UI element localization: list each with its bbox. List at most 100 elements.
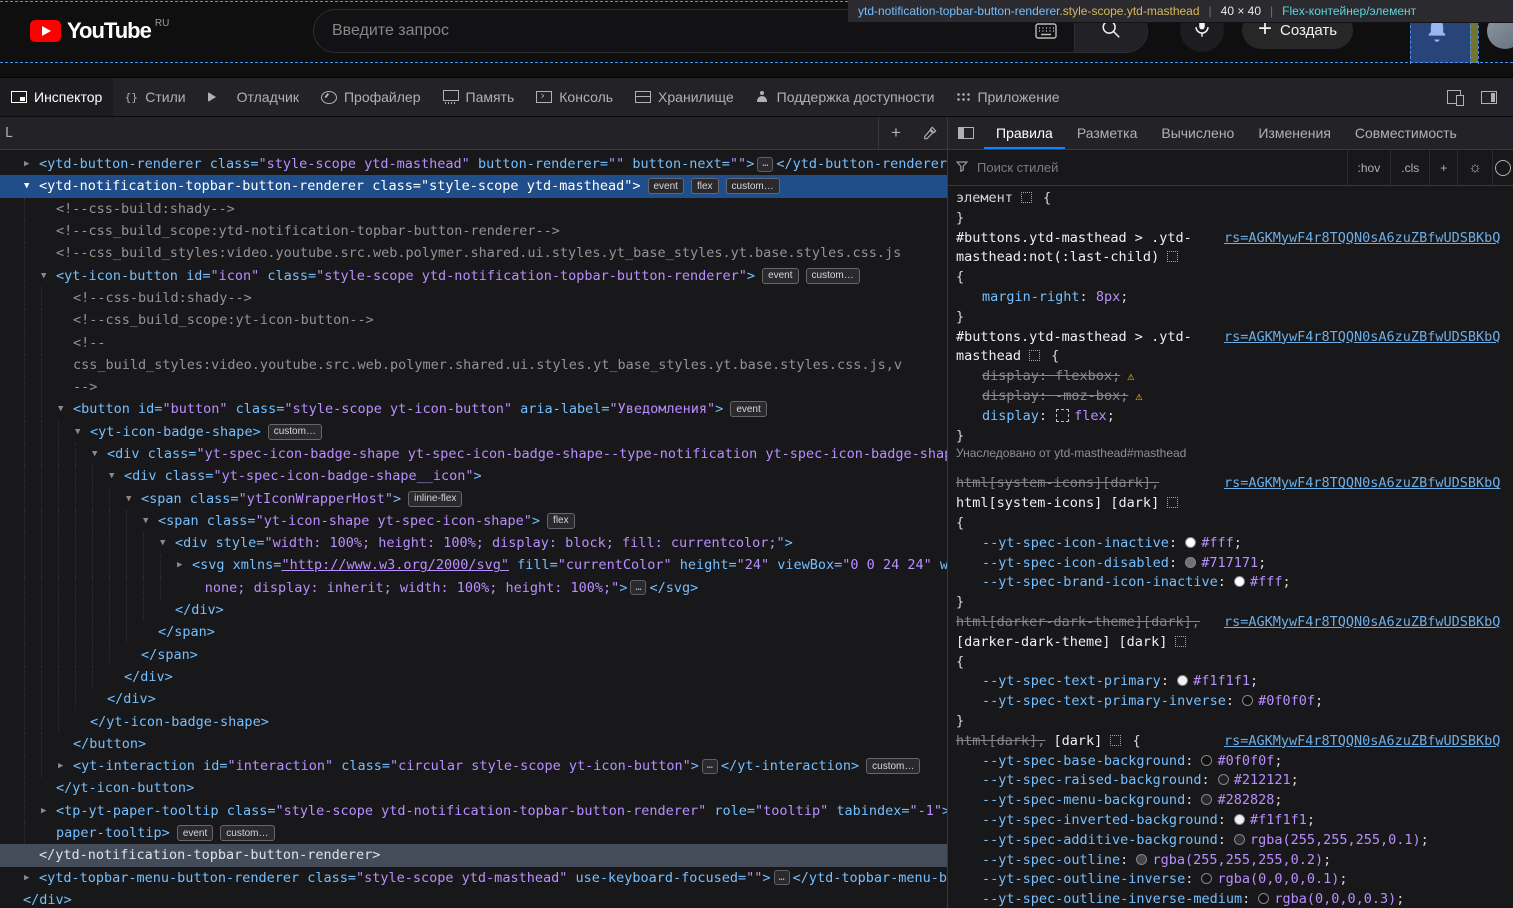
selector-text[interactable]: { (956, 654, 964, 670)
declaration[interactable]: --yt-spec-base-background: #0f0f0f; (948, 752, 1513, 772)
declaration[interactable]: --yt-spec-text-primary: #f1f1f1; (948, 672, 1513, 692)
selector-text[interactable]: html[system-icons][dark], (956, 475, 1159, 491)
rule-selector-line[interactable]: { (948, 268, 1513, 288)
property-value[interactable]: #f1f1f1 (1250, 812, 1307, 828)
badge-custom[interactable]: custom… (806, 268, 860, 284)
property-value[interactable]: #f1f1f1 (1193, 673, 1250, 689)
color-swatch[interactable] (1234, 834, 1245, 845)
property-value[interactable]: 8px (1096, 289, 1120, 305)
badge-flex[interactable]: flex (691, 178, 719, 194)
markup-line[interactable]: </span> (0, 621, 947, 643)
markup-line[interactable]: ▼<button id="button" class="style-scope … (0, 398, 947, 420)
property-name[interactable]: --yt-spec-outline-inverse-medium (982, 891, 1242, 907)
markup-line[interactable]: ▼<div style="width: 100%; height: 100%; … (0, 532, 947, 554)
markup-line[interactable]: </div> (0, 599, 947, 621)
property-value[interactable]: #282828 (1217, 792, 1274, 808)
declaration[interactable]: --yt-spec-outline-inverse-medium: rgba(0… (948, 890, 1513, 908)
color-swatch[interactable] (1242, 695, 1253, 706)
property-value[interactable]: #fff (1250, 574, 1283, 590)
markup-line[interactable]: </button> (0, 733, 947, 755)
selector-text[interactable]: html[system-icons] [dark] (956, 495, 1159, 511)
property-value[interactable]: #0f0f0f (1258, 693, 1315, 709)
selector-text[interactable]: html[dark], (956, 733, 1045, 749)
rule-selector-line[interactable]: #buttons.ytd-masthead > .ytd-rs=AGKMywF4… (948, 328, 1513, 348)
declaration[interactable]: margin-right: 8px; (948, 288, 1513, 308)
markup-line[interactable]: <!-- (0, 331, 947, 353)
markup-line[interactable]: ▼<span class="yt-icon-shape yt-spec-icon… (0, 510, 947, 532)
property-name[interactable]: --yt-spec-inverted-background (982, 812, 1218, 828)
property-name[interactable]: --yt-spec-outline-inverse (982, 871, 1185, 887)
pseudo-class-button[interactable]: :hov (1347, 150, 1391, 185)
property-value[interactable]: -moz-box (1055, 388, 1120, 404)
color-swatch[interactable] (1258, 893, 1269, 904)
property-name[interactable]: display (982, 388, 1039, 404)
color-scheme-toggle[interactable]: ☼ (1457, 150, 1492, 185)
rule-selector-line[interactable]: masthead { (948, 347, 1513, 367)
tab-console[interactable]: Консоль (525, 78, 624, 116)
twisty-collapsed-icon[interactable]: ▶ (41, 806, 56, 816)
badge-custom[interactable]: custom… (268, 424, 322, 440)
badge-event[interactable]: event (648, 178, 684, 194)
html-search-input[interactable]: L (0, 126, 878, 141)
tab-styles[interactable]: {}Стили (113, 78, 196, 116)
selector-highlighter-icon[interactable] (1021, 192, 1032, 203)
tab-memory[interactable]: Память (432, 78, 526, 116)
twisty-expanded-icon[interactable]: ▼ (24, 181, 39, 191)
property-value[interactable]: #212121 (1234, 772, 1291, 788)
property-name[interactable]: display (982, 368, 1039, 384)
color-swatch[interactable] (1177, 675, 1188, 686)
property-value[interactable]: rgba(0,0,0,0.1) (1217, 871, 1339, 887)
eyedropper-button[interactable] (913, 117, 947, 149)
markup-line[interactable]: </ytd-notification-topbar-button-rendere… (0, 844, 947, 866)
selector-highlighter-icon[interactable] (1110, 735, 1121, 746)
tab-debugger[interactable]: Отладчик (197, 78, 310, 116)
color-swatch[interactable] (1201, 755, 1212, 766)
add-node-button[interactable]: + (879, 117, 913, 149)
twisty-expanded-icon[interactable]: ▼ (58, 404, 73, 414)
markup-line[interactable]: ▼<div class="yt-spec-icon-badge-shape__i… (0, 465, 947, 487)
stylesheet-source-link[interactable]: rs=AGKMywF4r8TQQN0sA6zuZBfwUDSBKbQ (1224, 732, 1513, 752)
color-swatch[interactable] (1234, 814, 1245, 825)
markup-line[interactable]: </span> (0, 644, 947, 666)
property-name[interactable]: display (982, 408, 1039, 424)
markup-line[interactable]: none; display: inherit; width: 100%; hei… (0, 577, 947, 599)
property-value[interactable]: rgba(0,0,0,0.3) (1274, 891, 1396, 907)
rule-selector-line[interactable]: #buttons.ytd-masthead > .ytd-rs=AGKMywF4… (948, 229, 1513, 249)
property-name[interactable]: --yt-spec-brand-icon-inactive (982, 574, 1218, 590)
selector-text[interactable]: [dark] (1045, 733, 1102, 749)
sidebar-tab-вычислено[interactable]: Вычислено (1149, 117, 1246, 149)
twisty-expanded-icon[interactable]: ▼ (92, 449, 107, 459)
stylesheet-source-link[interactable]: rs=AGKMywF4r8TQQN0sA6zuZBfwUDSBKbQ (1224, 613, 1513, 633)
tab-inspector[interactable]: Инспектор (0, 78, 113, 116)
property-value[interactable]: #0f0f0f (1217, 753, 1274, 769)
property-name[interactable]: --yt-spec-menu-background (982, 792, 1185, 808)
property-value[interactable]: rgba(255,255,255,0.2) (1152, 852, 1323, 868)
markup-line[interactable]: ▶<ytd-button-renderer class="style-scope… (0, 153, 947, 175)
twisty-expanded-icon[interactable]: ▼ (75, 427, 90, 437)
markup-line[interactable]: ▶<ytd-topbar-menu-button-renderer class=… (0, 867, 947, 889)
property-name[interactable]: margin-right (982, 289, 1080, 305)
markup-line[interactable]: <!--css-build:shady--> (0, 198, 947, 220)
sidebar-tab-изменения[interactable]: Изменения (1246, 117, 1343, 149)
markup-line[interactable]: ▼<yt-icon-button id="icon" class="style-… (0, 264, 947, 286)
rule-selector-line[interactable]: html[darker-dark-theme][dark],rs=AGKMywF… (948, 613, 1513, 633)
markup-line[interactable]: </div> (0, 688, 947, 710)
property-name[interactable]: --yt-spec-raised-background (982, 772, 1201, 788)
declaration[interactable]: display: flexbox;⚠ (948, 367, 1513, 387)
badge-inline-flex[interactable]: inline-flex (408, 491, 462, 507)
property-name[interactable]: --yt-spec-outline (982, 852, 1120, 868)
class-panel-button[interactable]: .cls (1390, 150, 1429, 185)
rule-selector-line[interactable]: { (948, 653, 1513, 673)
keyboard-icon[interactable] (1035, 23, 1057, 44)
selector-text[interactable]: { (956, 269, 964, 285)
markup-line[interactable]: ▼<ytd-notification-topbar-button-rendere… (0, 175, 947, 197)
declaration[interactable]: display: flex; (948, 407, 1513, 427)
selector-highlighter-icon[interactable] (1029, 350, 1040, 361)
selector-text[interactable]: #buttons.ytd-masthead > .ytd- (956, 230, 1192, 246)
markup-line[interactable]: <!--css_build_scope:ytd-notification-top… (0, 220, 947, 242)
stylesheet-source-link[interactable]: rs=AGKMywF4r8TQQN0sA6zuZBfwUDSBKbQ (1224, 328, 1513, 348)
property-name[interactable]: --yt-spec-icon-inactive (982, 535, 1169, 551)
selector-highlighter-icon[interactable] (1167, 497, 1178, 508)
youtube-logo[interactable]: YouTube RU (30, 18, 169, 44)
property-name[interactable]: --yt-spec-text-primary-inverse (982, 693, 1226, 709)
